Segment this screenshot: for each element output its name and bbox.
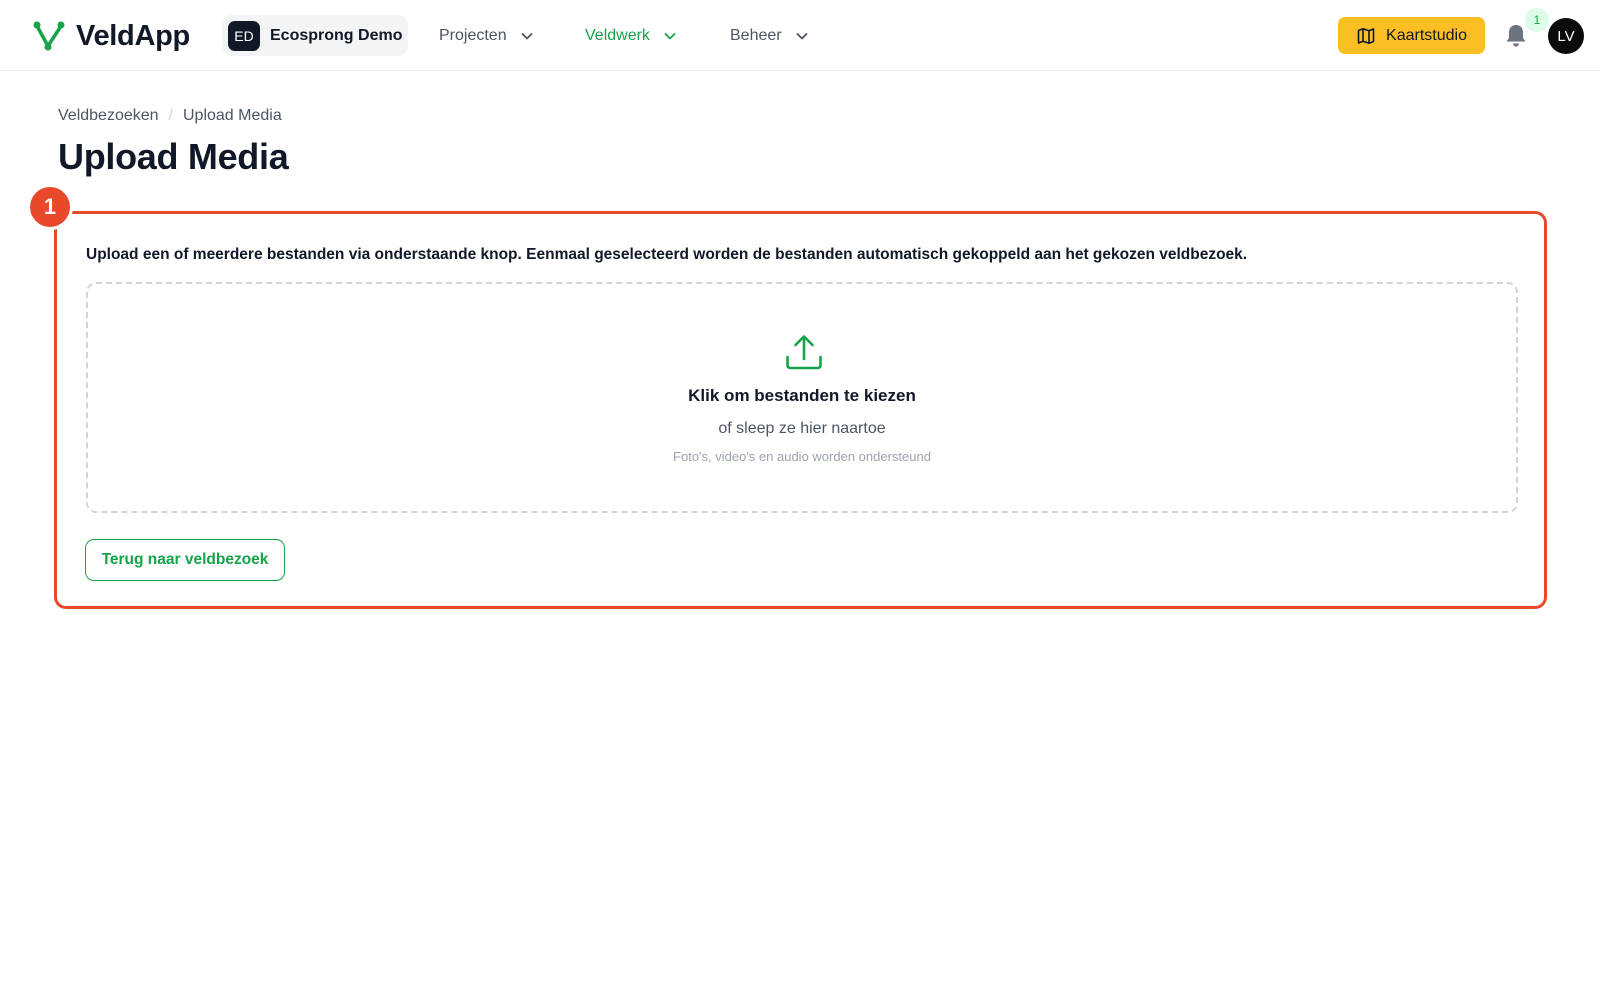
file-dropzone[interactable]: Klik om bestanden te kiezen of sleep ze … [86,282,1518,513]
veldapp-logo-icon [33,21,65,51]
chevron-down-icon [664,33,676,40]
user-avatar[interactable]: LV [1548,18,1584,54]
nav-label: Beheer [730,27,782,44]
org-name: Ecosprong Demo [270,26,403,44]
step-marker: 1 [30,187,70,227]
app-logo[interactable]: VeldApp [32,19,190,53]
breadcrumb: Veldbezoeken / Upload Media [58,107,282,125]
bell-icon[interactable] [1504,23,1528,49]
nav-veldwerk[interactable]: Veldwerk [585,22,678,50]
nav-beheer[interactable]: Beheer [730,22,810,50]
breadcrumb-current: Upload Media [182,107,282,124]
notification-count-badge: 1 [1525,8,1549,32]
back-to-field-visit-button[interactable]: Terug naar veldbezoek [85,539,285,581]
top-navbar: VeldApp ED Ecosprong Demo Projecten Veld… [0,0,1600,71]
upload-card: Upload een of meerdere bestanden via ond… [54,211,1547,609]
app-name: VeldApp [76,19,190,52]
breadcrumb-separator: / [168,107,173,124]
organization-switcher[interactable]: ED Ecosprong Demo [222,15,408,56]
dropzone-hint: Foto's, video's en audio worden onderste… [673,449,931,464]
chevron-down-icon [521,33,532,40]
breadcrumb-veldbezoeken[interactable]: Veldbezoeken [58,107,159,125]
nav-projecten[interactable]: Projecten [439,22,535,50]
dropzone-title: Klik om bestanden te kiezen [688,386,916,405]
upload-instruction: Upload een of meerdere bestanden via ond… [86,246,1248,263]
nav-label: Veldwerk [585,27,650,44]
org-initials-badge: ED [228,20,260,51]
page-title: Upload Media [58,136,289,177]
kaartstudio-button[interactable]: Kaartstudio [1338,17,1485,54]
kaartstudio-label: Kaartstudio [1386,26,1467,44]
dropzone-subtitle: of sleep ze hier naartoe [718,420,886,437]
upload-icon [786,335,822,370]
nav-label: Projecten [439,27,507,44]
chevron-down-icon [796,33,807,40]
map-icon [1357,27,1375,44]
